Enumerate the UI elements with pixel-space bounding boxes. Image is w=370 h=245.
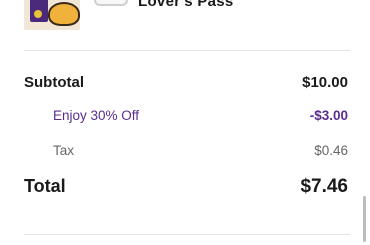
- tax-row: Tax $0.46: [24, 143, 348, 158]
- subtotal-label: Subtotal: [24, 74, 84, 91]
- quantity-selector[interactable]: [94, 0, 128, 6]
- product-bowl-graphic: [48, 2, 80, 26]
- total-row: Total $7.46: [24, 176, 348, 198]
- section-divider: [24, 50, 350, 51]
- tax-value: $0.46: [314, 143, 348, 158]
- subtotal-row: Subtotal $10.00: [24, 74, 348, 91]
- product-image: [24, 0, 80, 30]
- total-label: Total: [24, 176, 66, 196]
- total-value: $7.46: [300, 176, 348, 197]
- discount-value: -$3.00: [309, 108, 348, 123]
- tax-label: Tax: [53, 143, 75, 158]
- product-sticker-graphic: [34, 10, 42, 18]
- section-divider-bottom: [24, 234, 350, 235]
- item-name: Lover's Pass: [138, 0, 234, 10]
- cart-item-row: Lover's Pass: [0, 0, 370, 40]
- scrollbar[interactable]: [363, 196, 366, 242]
- discount-label: Enjoy 30% Off: [53, 108, 140, 123]
- discount-row: Enjoy 30% Off -$3.00: [24, 108, 348, 123]
- subtotal-value: $10.00: [302, 74, 348, 91]
- order-summary-page: Lover's Pass Subtotal $10.00 Enjoy 30% O…: [0, 0, 370, 245]
